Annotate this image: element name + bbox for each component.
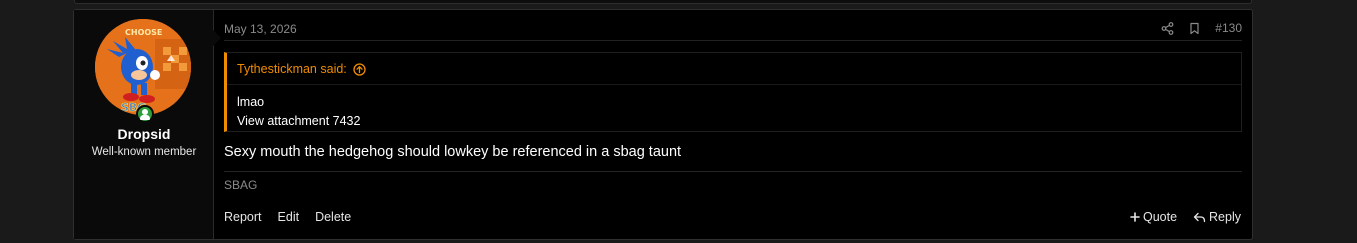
share-icon[interactable] <box>1161 21 1174 35</box>
quote-line: lmao <box>237 95 265 109</box>
post-header-actions: #130 <box>1161 21 1242 35</box>
online-status-icon <box>136 105 154 123</box>
bookmark-icon[interactable] <box>1188 22 1201 35</box>
post-actions-left: Report Edit Delete <box>224 210 351 224</box>
quote-label: Quote <box>1142 210 1178 224</box>
post-message: Sexy mouth the hedgehog should lowkey be… <box>224 144 682 160</box>
post-number[interactable]: #130 <box>1215 21 1242 35</box>
signature: SBAG <box>224 178 258 192</box>
user-info-panel: CHOOSE SBG Dropsid Well-known member <box>74 10 221 239</box>
post-content: May 13, 2026 #130 Tythestickman said: lm… <box>214 10 1252 239</box>
attachment-link[interactable]: View attachment 7432 <box>237 112 360 131</box>
avatar-text-top: CHOOSE <box>125 28 162 37</box>
quote-body: lmao View attachment 7432 <box>237 93 360 131</box>
avatar[interactable]: CHOOSE SBG <box>95 19 191 115</box>
quote-block: Tythestickman said: lmao View attachment… <box>224 52 1242 132</box>
reply-label: Reply <box>1209 210 1241 224</box>
header-divider <box>224 40 1242 41</box>
signature-divider <box>224 171 1242 172</box>
reply-icon <box>1193 212 1206 222</box>
quote-header-divider <box>227 84 1241 85</box>
avatar-image: CHOOSE SBG <box>95 19 191 115</box>
page: CHOOSE SBG Dropsid Well-known member May… <box>0 0 1357 243</box>
user-title: Well-known member <box>91 146 197 158</box>
username[interactable]: Dropsid <box>74 126 214 142</box>
quote-header[interactable]: Tythestickman said: <box>237 62 366 76</box>
post-date[interactable]: May 13, 2026 <box>224 22 297 36</box>
edit-button[interactable]: Edit <box>278 210 300 224</box>
forum-post: CHOOSE SBG Dropsid Well-known member May… <box>73 9 1253 240</box>
quote-button[interactable]: Quote <box>1130 210 1177 224</box>
quote-author[interactable]: Tythestickman said: <box>237 62 347 76</box>
arrow-up-circle-icon[interactable] <box>353 62 366 76</box>
post-actions-right: Quote Reply <box>1130 210 1241 224</box>
previous-post-edge <box>74 0 1252 4</box>
plus-icon <box>1130 212 1140 222</box>
reply-button[interactable]: Reply <box>1193 210 1241 224</box>
delete-button[interactable]: Delete <box>315 210 351 224</box>
report-button[interactable]: Report <box>224 210 262 224</box>
